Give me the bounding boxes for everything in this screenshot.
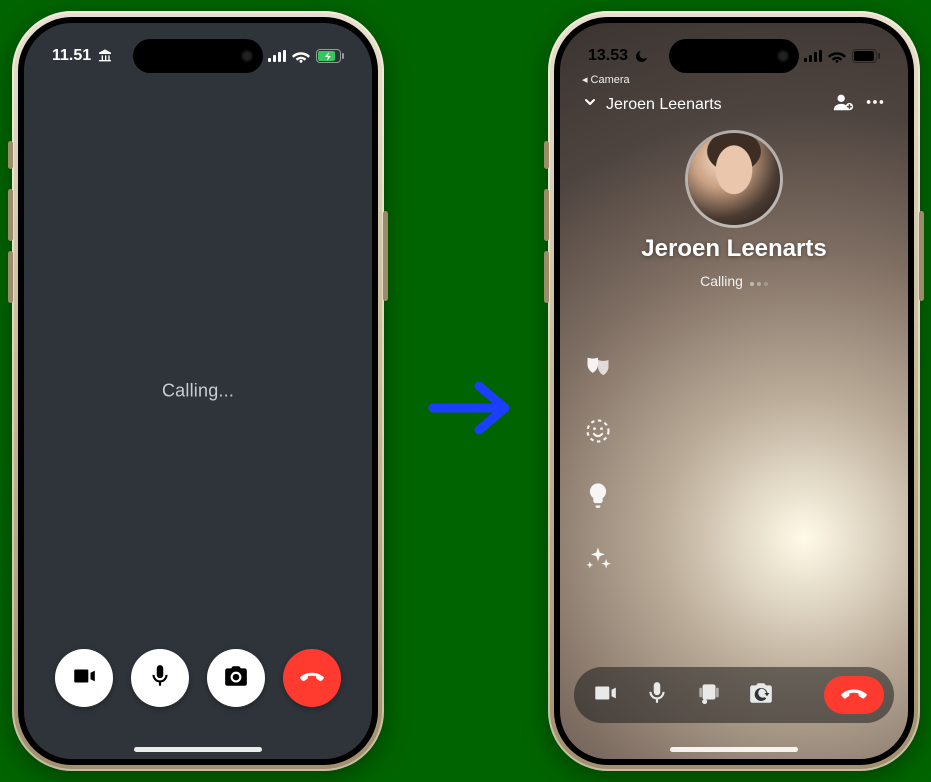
mic-icon [147,663,173,694]
camera-flip-icon [748,693,774,710]
tb-end-call-button[interactable] [824,676,884,714]
bulb-icon [584,496,612,513]
hw-mute-switch [544,141,549,169]
breadcrumb-label: Camera [591,74,630,86]
phone-before: 11.51 Calling... [12,11,384,771]
effects-sticker-button[interactable] [584,417,612,445]
status-bar: 11.51 [24,39,372,73]
breadcrumb[interactable]: Camera [582,73,630,86]
hw-volume-up [544,189,549,241]
mic-icon [644,693,670,710]
sticker-icon [584,432,612,449]
add-person-button[interactable] [832,91,854,118]
tb-stage-button[interactable] [696,680,722,711]
home-indicator[interactable] [670,747,798,752]
tb-mic-button[interactable] [644,680,670,711]
video-icon [592,693,618,710]
call-header: Jeroen Leenarts [560,91,908,118]
hw-volume-down [544,251,549,303]
status-time: 11.51 [52,47,91,65]
video-icon [71,663,97,694]
tb-camera-flip-button[interactable] [748,680,774,711]
effects-sparkle-button[interactable] [584,545,612,573]
hw-power-button [919,211,924,301]
callee-status-text: Calling [700,273,743,289]
moon-icon [634,49,649,64]
camera-icon [223,663,249,694]
battery-icon [316,49,344,63]
end-call-button[interactable] [283,649,341,707]
hw-power-button [383,211,388,301]
signal-icon [804,50,822,62]
call-hero: Jeroen Leenarts Calling [560,133,908,289]
calling-status: Calling... [24,381,372,402]
call-actions [24,649,372,707]
wifi-icon [292,49,310,63]
signal-icon [268,50,286,62]
home-indicator[interactable] [134,747,262,752]
callee-name: Jeroen Leenarts [641,235,826,263]
transition-arrow [427,380,513,436]
ellipsis-anim [747,273,768,289]
effects-column [584,353,612,573]
person-add-icon [832,100,854,117]
stage-icon [696,693,722,710]
video-button[interactable] [55,649,113,707]
callee-status: Calling [700,273,768,289]
sparkle-icon [584,560,612,577]
mic-button[interactable] [131,649,189,707]
tb-video-button[interactable] [592,680,618,711]
header-title-button[interactable]: Jeroen Leenarts [582,94,722,115]
more-button[interactable] [864,91,886,118]
phone-down-icon [840,679,868,712]
header-title: Jeroen Leenarts [606,96,722,114]
effects-masks-button[interactable] [584,353,612,381]
battery-icon [852,49,880,63]
more-icon [864,100,886,117]
effects-light-button[interactable] [584,481,612,509]
phone-down-icon [299,663,325,694]
wifi-icon [828,49,846,63]
avatar [688,133,780,225]
masks-icon [584,368,612,385]
status-bar: 13.53 [560,39,908,73]
phone-after: 13.53 Camera [548,11,920,771]
camera-button[interactable] [207,649,265,707]
hw-volume-down [8,251,13,303]
hw-volume-up [8,189,13,241]
status-time: 13.53 [588,47,628,65]
chevron-down-icon [582,94,598,115]
bank-icon [97,48,113,64]
hw-mute-switch [8,141,13,169]
call-toolbar [574,667,894,723]
